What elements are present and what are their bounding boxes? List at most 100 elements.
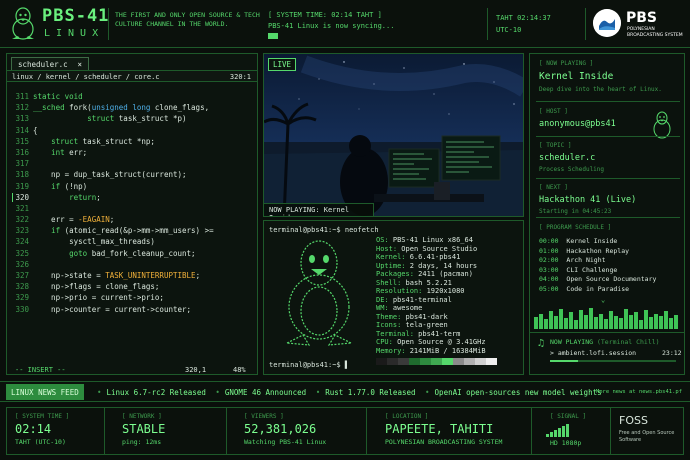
equalizer-bar bbox=[564, 318, 568, 329]
schedule-item[interactable]: 04:00 Open Source Documentary bbox=[539, 275, 656, 285]
neofetch-row: Resolution: 1920x1080 bbox=[376, 287, 486, 296]
schedule-item[interactable]: 05:00 Code in Paradise bbox=[539, 285, 656, 295]
schedule-item[interactable]: 02:00 Arch Night bbox=[539, 256, 656, 266]
neofetch-value: 2411 (pacman) bbox=[418, 270, 473, 278]
neofetch-row: Terminal: pbs41-term bbox=[376, 330, 486, 339]
equalizer-bar bbox=[639, 320, 643, 329]
code-line: 320 return; bbox=[7, 192, 257, 203]
music-progress-fill bbox=[550, 360, 578, 362]
schedule-item[interactable]: 01:00 Hackathon Replay bbox=[539, 247, 656, 257]
music-track: > ambient.lofi.session bbox=[550, 349, 637, 357]
schedule-item[interactable]: 03:00 CLI Challenge bbox=[539, 266, 656, 276]
equalizer-bar bbox=[669, 318, 673, 329]
neofetch-value: 2 days, 14 hours bbox=[409, 261, 478, 270]
neofetch-row: Icons: tela-green bbox=[376, 321, 486, 330]
neofetch-value: awesome bbox=[392, 304, 423, 312]
host-section: [ HOST ] anonymous@pbs41 bbox=[539, 108, 616, 129]
foss-title: FOSS bbox=[619, 414, 648, 427]
brand-title: PBS-41 bbox=[42, 6, 110, 26]
topic-label: [ TOPIC ] bbox=[539, 142, 572, 149]
code-text: goto bad_fork_cleanup_count; bbox=[69, 248, 196, 258]
code-line: 317 bbox=[7, 158, 257, 169]
neofetch-value: bash 5.2.21 bbox=[405, 278, 452, 287]
line-number: 316 bbox=[15, 147, 29, 157]
neofetch-key: Kernel: bbox=[376, 253, 410, 261]
section-divider bbox=[536, 217, 680, 218]
neofetch-value: 6.6.41-pbs41 bbox=[409, 253, 461, 261]
neofetch-key: Icons: bbox=[376, 321, 406, 329]
chevron-down-icon[interactable]: ⌄ bbox=[601, 296, 605, 304]
editor-line-col: 320,1 bbox=[185, 366, 207, 374]
neofetch-row: Uptime: 2 days, 14 hours bbox=[376, 262, 486, 271]
schedule-title: Hackathon Replay bbox=[566, 246, 630, 255]
code-text: np->flags = clone_flags; bbox=[33, 282, 160, 292]
topic-title: scheduler.c bbox=[539, 153, 596, 163]
ticker-separator: • bbox=[215, 388, 220, 397]
host-name: anonymous@pbs41 bbox=[539, 119, 616, 129]
footer-label: [ NETWORK ] bbox=[122, 413, 162, 420]
system-message: PBS-41 Linux is now syncing... bbox=[268, 22, 395, 30]
color-swatch bbox=[475, 358, 486, 365]
neofetch-key: DE: bbox=[376, 295, 393, 304]
terminal-panel[interactable]: terminal@pbs41:~$ neofetch OS: PBS-41 Li… bbox=[263, 220, 524, 375]
equalizer-bar bbox=[584, 315, 588, 329]
ticker-separator: • bbox=[425, 388, 430, 397]
news-item[interactable]: OpenAI open-sources new model weights bbox=[435, 388, 602, 397]
code-line: 323 if (atomic_read(&p->mm->mm_users) >= bbox=[7, 225, 257, 236]
tux-ascii-art-icon bbox=[284, 240, 354, 346]
now-playing-label: [ NOW PLAYING ] bbox=[539, 60, 594, 67]
code-line: 319 if (!np) bbox=[7, 181, 257, 192]
editor-tab-scheduler[interactable]: scheduler.c × bbox=[11, 57, 89, 70]
code-line: 326 bbox=[7, 259, 257, 270]
line-number: 324 bbox=[15, 237, 29, 247]
ticker-separator: • bbox=[97, 388, 102, 397]
schedule-title: Kernel Inside bbox=[566, 237, 618, 245]
neofetch-key: Host: bbox=[376, 244, 402, 253]
schedule-title: CLI Challenge bbox=[566, 265, 618, 274]
music-progress-bar[interactable] bbox=[550, 360, 676, 362]
equalizer-bar bbox=[624, 309, 628, 329]
footer-value: STABLE bbox=[122, 422, 166, 436]
news-feed-label[interactable]: LINUX NEWS FEED bbox=[6, 384, 84, 400]
code-text: return; bbox=[69, 192, 101, 202]
color-swatch bbox=[442, 358, 453, 365]
now-playing-title: Kernel Inside bbox=[539, 71, 614, 82]
foss-subtitle: Free and Open Source Software bbox=[619, 430, 675, 443]
terminal-color-swatches bbox=[376, 358, 497, 365]
code-text: np = dup_task_struct(current); bbox=[33, 170, 187, 180]
code-line: 315 struct task_struct *np; bbox=[7, 136, 257, 147]
neofetch-key: Shell: bbox=[376, 278, 406, 287]
live-video-panel[interactable]: LIVE NOW PLAYING: Kernel Inside bbox=[263, 53, 524, 217]
code-line: 322 err = -EAGAIN; bbox=[7, 214, 257, 225]
schedule-label: [ PROGRAM SCHEDULE ] bbox=[539, 224, 611, 231]
line-number: 312 bbox=[15, 103, 29, 113]
equalizer-bar bbox=[569, 312, 573, 329]
more-news-link[interactable]: More news at news.pbs41.pf bbox=[596, 389, 682, 395]
neofetch-key: Memory: bbox=[376, 346, 410, 355]
schedule-time: 00:00 bbox=[539, 237, 567, 245]
code-line: 321 bbox=[7, 203, 257, 214]
schedule-item[interactable]: 00:00 Kernel Inside bbox=[539, 237, 656, 247]
code-line: 311 static void bbox=[7, 91, 257, 102]
terminal-prompt[interactable]: terminal@pbs41:~$ ▌ bbox=[269, 361, 349, 369]
news-item[interactable]: GNOME 46 Announced bbox=[225, 388, 306, 397]
code-area[interactable]: 311 static void 312 __sched fork(unsigned l… bbox=[7, 91, 257, 315]
code-line: 318 np = dup_task_struct(current); bbox=[7, 169, 257, 180]
neofetch-value: 2141MiB / 16384MiB bbox=[409, 346, 486, 355]
news-item[interactable]: Linux 6.7-rc2 Released bbox=[107, 388, 206, 397]
equalizer-bar bbox=[619, 318, 623, 329]
neofetch-key: CPU: bbox=[376, 338, 398, 346]
equalizer-bar bbox=[614, 316, 618, 329]
header-clock: TAHT 02:14:37 bbox=[496, 14, 551, 22]
neofetch-key: OS: bbox=[376, 236, 393, 244]
code-text: if (!np) bbox=[51, 181, 88, 191]
neofetch-row: Packages: 2411 (pacman) bbox=[376, 270, 486, 279]
line-number: 313 bbox=[15, 114, 29, 124]
neofetch-row: Theme: pbs41-dark bbox=[376, 313, 486, 322]
neofetch-row: Memory: 2141MiB / 16384MiB bbox=[376, 347, 486, 356]
code-text: { bbox=[33, 125, 38, 135]
status-footer: [ SYSTEM TIME ] 02:14 TAHT (UTC-10) [ NE… bbox=[6, 407, 684, 455]
line-number: 327 bbox=[15, 271, 29, 280]
news-item[interactable]: Rust 1.77.0 Released bbox=[325, 388, 415, 397]
close-tab-icon[interactable]: × bbox=[77, 60, 82, 69]
